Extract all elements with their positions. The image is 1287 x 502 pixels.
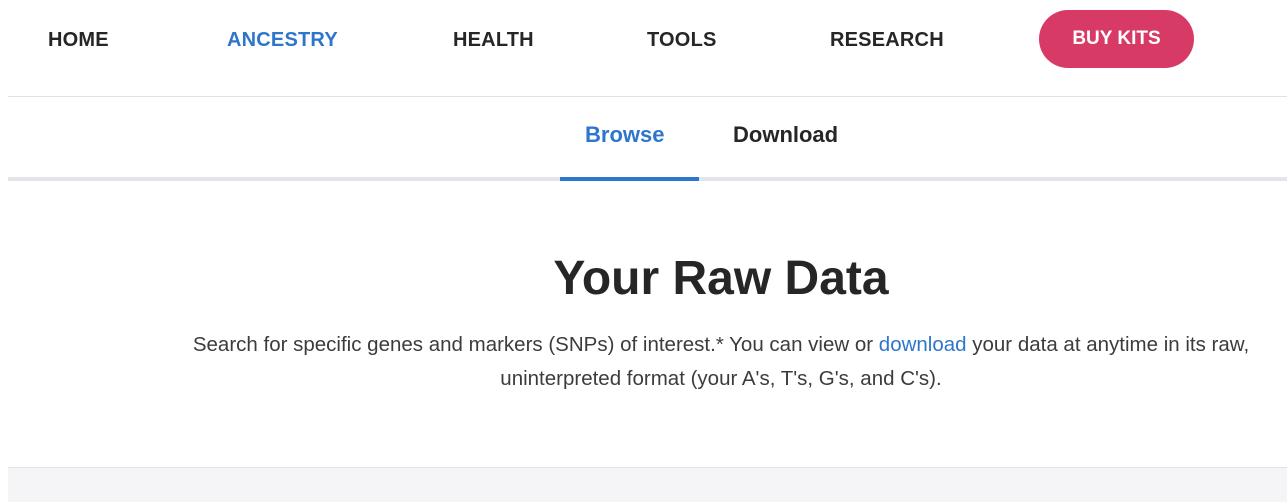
tab-browse[interactable]: Browse bbox=[585, 122, 664, 148]
active-tab-indicator bbox=[560, 177, 699, 181]
header-divider bbox=[8, 96, 1287, 97]
nav-item-health[interactable]: HEALTH bbox=[453, 28, 534, 52]
page-description: Search for specific genes and markers (S… bbox=[160, 328, 1282, 396]
nav-item-tools[interactable]: TOOLS bbox=[647, 28, 717, 52]
nav-item-ancestry[interactable]: ANCESTRY bbox=[227, 28, 338, 52]
download-link[interactable]: download bbox=[879, 333, 967, 356]
tab-download[interactable]: Download bbox=[733, 122, 838, 148]
top-navigation: HOME ANCESTRY HEALTH TOOLS RESEARCH BUY … bbox=[0, 0, 1287, 96]
nav-item-home[interactable]: HOME bbox=[48, 28, 109, 52]
description-text-start: Search for specific genes and markers (S… bbox=[192, 333, 879, 356]
buy-kits-button[interactable]: BUY KITS bbox=[1039, 10, 1194, 68]
page-title: Your Raw Data bbox=[553, 252, 889, 305]
nav-item-research[interactable]: RESEARCH bbox=[830, 28, 944, 52]
search-panel bbox=[8, 468, 1287, 502]
